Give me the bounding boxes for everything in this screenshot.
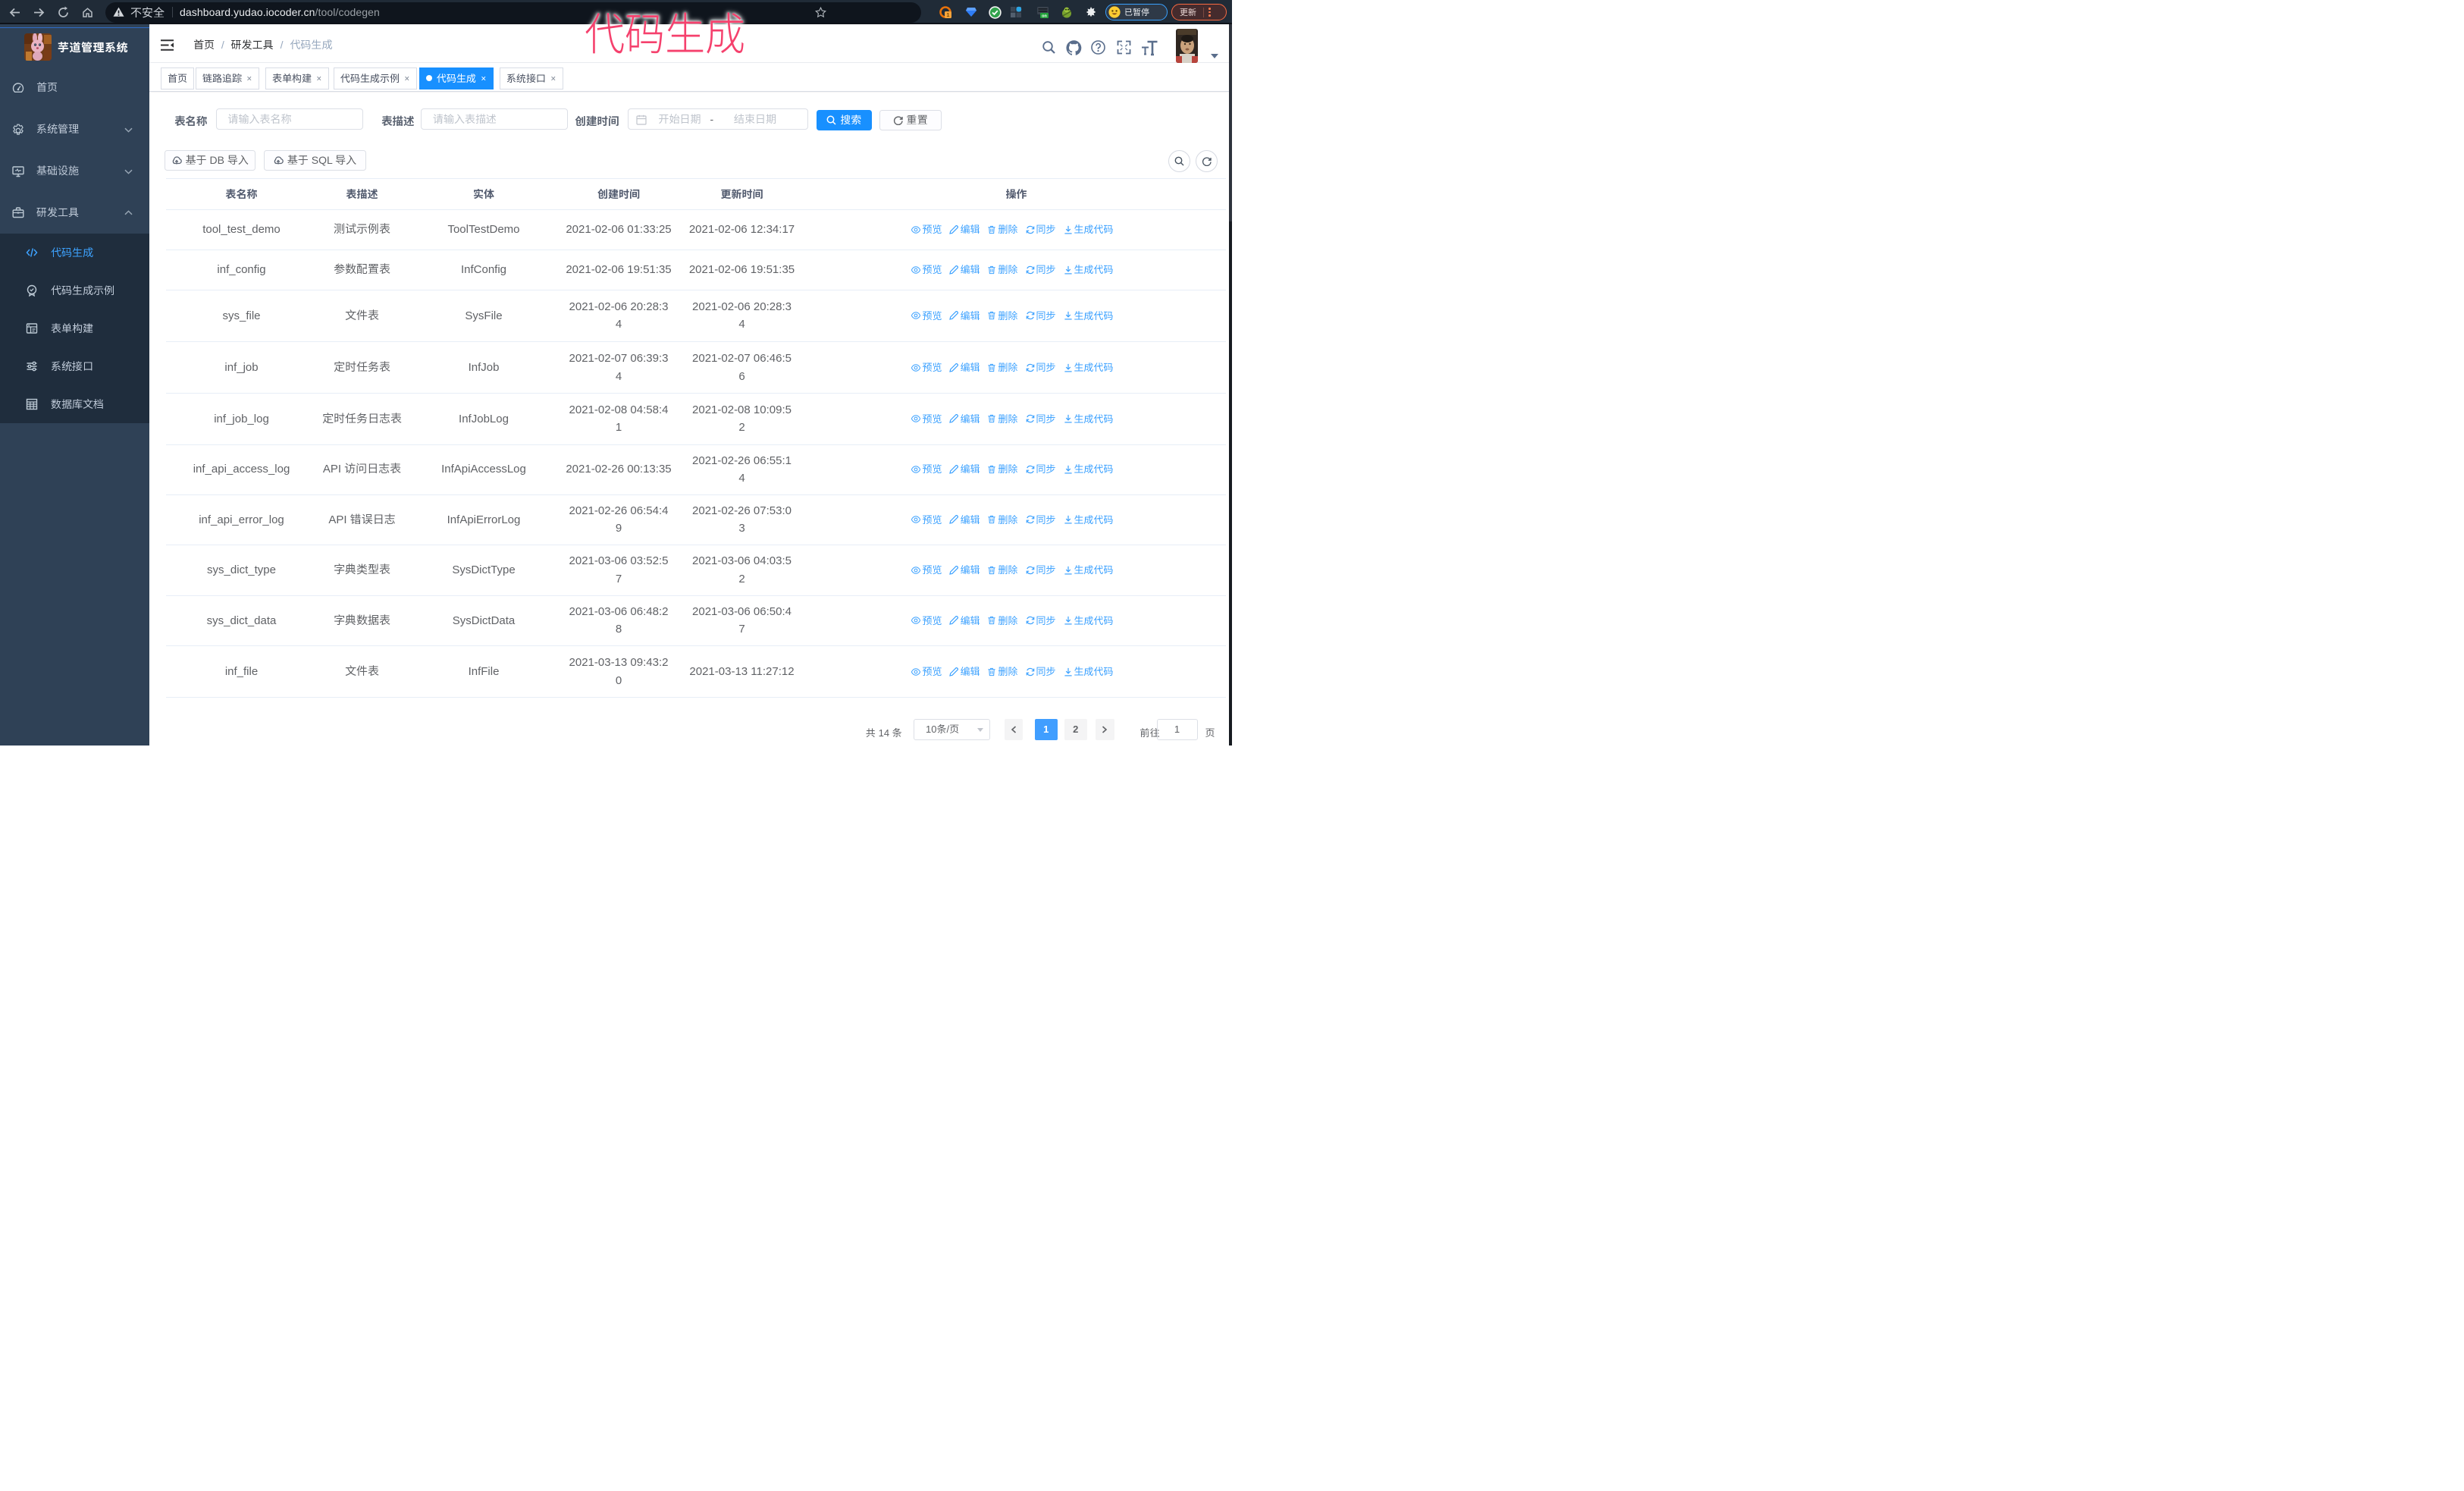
svg-text:1: 1 <box>947 13 950 18</box>
svg-text:on: on <box>1042 14 1047 18</box>
